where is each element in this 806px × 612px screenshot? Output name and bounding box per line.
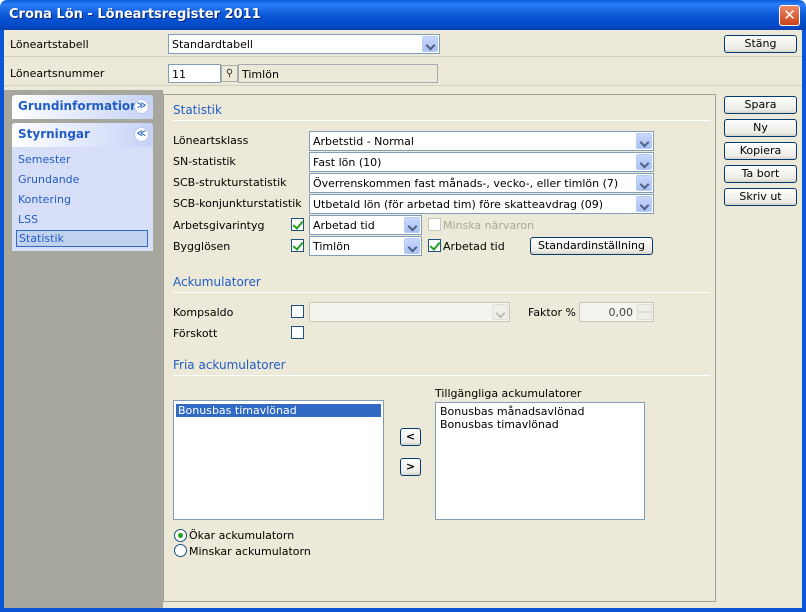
nav-item-grundande[interactable]: Grundande <box>18 173 79 186</box>
nav-item-statistik[interactable]: Statistik <box>16 230 148 247</box>
increase-radio[interactable] <box>174 529 187 542</box>
fria-heading: Fria ackumulatorer <box>173 358 286 372</box>
faktor-label: Faktor % <box>528 306 576 319</box>
chevron-down-icon[interactable] <box>492 304 508 320</box>
bygglosen-label: Bygglösen <box>173 240 231 253</box>
list-item[interactable]: Bonusbas timavlönad <box>175 403 382 418</box>
move-left-button[interactable]: < <box>400 428 421 446</box>
number-input-value: 11 <box>172 68 186 81</box>
close-button[interactable]: Stäng <box>724 35 797 53</box>
spin-up-icon[interactable] <box>637 304 652 312</box>
faktor-value: 0,00 <box>608 306 634 319</box>
arbetad-tid-label: Arbetad tid <box>443 240 505 253</box>
number-input[interactable]: 11 <box>168 64 221 83</box>
arbetsgivarintyg-checkbox[interactable] <box>291 218 304 231</box>
collapse-icon[interactable]: ≪ <box>134 127 149 142</box>
selected-accumulators-list[interactable]: Bonusbas timavlönad <box>173 400 384 520</box>
nav-group-body: Semester Grundande Kontering LSS Statist… <box>12 147 153 251</box>
close-window-button[interactable]: ✕ <box>779 5 800 26</box>
table-label: Löneartstabell <box>10 38 89 51</box>
delete-button[interactable]: Ta bort <box>724 165 797 183</box>
loneartsklass-select[interactable]: Arbetstid - Normal <box>309 131 654 151</box>
decrease-radio[interactable] <box>174 544 187 557</box>
minska-narvaron-checkbox[interactable] <box>428 218 441 231</box>
loneartsklass-label: Löneartsklass <box>173 134 249 147</box>
available-accumulators-list[interactable]: Bonusbas månadsavlönad Bonusbas timavlön… <box>435 402 645 520</box>
select-value: Fast lön (10) <box>313 156 382 169</box>
statistik-heading: Statistik <box>173 103 222 117</box>
nav-group-grundinformation[interactable]: Grundinformation ≫ <box>12 95 153 119</box>
ackumulatorer-heading: Ackumulatorer <box>173 275 261 289</box>
chevron-down-icon[interactable] <box>422 36 438 52</box>
nav-item-lss[interactable]: LSS <box>18 213 38 226</box>
chevron-down-icon[interactable] <box>636 175 652 191</box>
number-name-text: Timlön <box>242 68 279 81</box>
forskott-checkbox[interactable] <box>291 326 304 339</box>
nav-item-kontering[interactable]: Kontering <box>18 193 71 206</box>
print-button[interactable]: Skriv ut <box>724 188 797 206</box>
select-value: Arbetad tid <box>313 219 375 232</box>
arbetsgivarintyg-label: Arbetsgivarintyg <box>173 219 265 232</box>
new-button[interactable]: Ny <box>724 119 797 137</box>
scb-konjunktur-select[interactable]: Utbetald lön (för arbetad tim) före skat… <box>309 194 654 214</box>
table-select-value: Standardtabell <box>172 38 253 51</box>
select-value: Utbetald lön (för arbetad tim) före skat… <box>313 198 604 211</box>
chevron-down-icon[interactable] <box>404 217 420 233</box>
table-select[interactable]: Standardtabell <box>168 34 440 54</box>
nav-group-title: Grundinformation <box>18 99 139 113</box>
minska-narvaron-label: Minska närvaron <box>443 219 535 232</box>
faktor-spinner[interactable]: 0,00 <box>579 302 654 322</box>
save-button[interactable]: Spara <box>724 96 797 114</box>
nav-group-styrningar[interactable]: Styrningar ≪ <box>12 123 153 147</box>
available-label: Tillgängliga ackumulatorer <box>435 387 582 400</box>
chevron-down-icon[interactable] <box>404 238 420 254</box>
list-item[interactable]: Bonusbas timavlönad <box>438 418 561 431</box>
copy-button[interactable]: Kopiera <box>724 142 797 160</box>
sn-statistik-select[interactable]: Fast lön (10) <box>309 152 654 172</box>
nav-group-title: Styrningar <box>18 127 90 141</box>
divider <box>173 292 710 293</box>
select-value: Överrenskommen fast månads-, vecko-, ell… <box>313 177 619 190</box>
scb-konjunktur-label: SCB-konjunkturstatistik <box>173 197 302 210</box>
forskott-label: Förskott <box>173 327 218 340</box>
kompsaldo-label: Kompsaldo <box>173 306 234 319</box>
spin-down-icon[interactable] <box>637 312 652 320</box>
bygglosen-checkbox[interactable] <box>291 239 304 252</box>
sn-statistik-label: SN-statistik <box>173 155 236 168</box>
bygglosen-select[interactable]: Timlön <box>309 236 422 256</box>
list-item[interactable]: Bonusbas månadsavlönad <box>438 405 587 418</box>
scb-struktur-select[interactable]: Överrenskommen fast månads-, vecko-, ell… <box>309 173 654 193</box>
nav-item-semester[interactable]: Semester <box>18 153 71 166</box>
move-right-button[interactable]: > <box>400 458 421 476</box>
divider <box>173 120 710 121</box>
chevron-down-icon[interactable] <box>636 154 652 170</box>
divider <box>173 375 710 376</box>
chevron-down-icon[interactable] <box>636 133 652 149</box>
kompsaldo-select[interactable] <box>309 302 510 322</box>
arbetsgivarintyg-select[interactable]: Arbetad tid <box>309 215 422 235</box>
window-title: Crona Lön - Löneartsregister 2011 <box>9 7 261 22</box>
chevron-down-icon[interactable] <box>636 196 652 212</box>
scb-struktur-label: SCB-strukturstatistik <box>173 176 287 189</box>
decrease-radio-label: Minskar ackumulatorn <box>189 545 311 558</box>
number-label: Löneartsnummer <box>10 67 105 80</box>
standardinstallning-button[interactable]: Standardinställning <box>530 237 653 255</box>
expand-icon[interactable]: ≫ <box>134 99 149 114</box>
select-value: Timlön <box>313 240 350 253</box>
binoculars-icon[interactable]: ⚲ <box>221 65 238 82</box>
arbetad-tid-checkbox[interactable] <box>428 239 441 252</box>
increase-radio-label: Ökar ackumulatorn <box>189 529 295 542</box>
select-value: Arbetstid - Normal <box>313 135 414 148</box>
kompsaldo-checkbox[interactable] <box>291 305 304 318</box>
number-name-display: Timlön <box>238 64 438 83</box>
